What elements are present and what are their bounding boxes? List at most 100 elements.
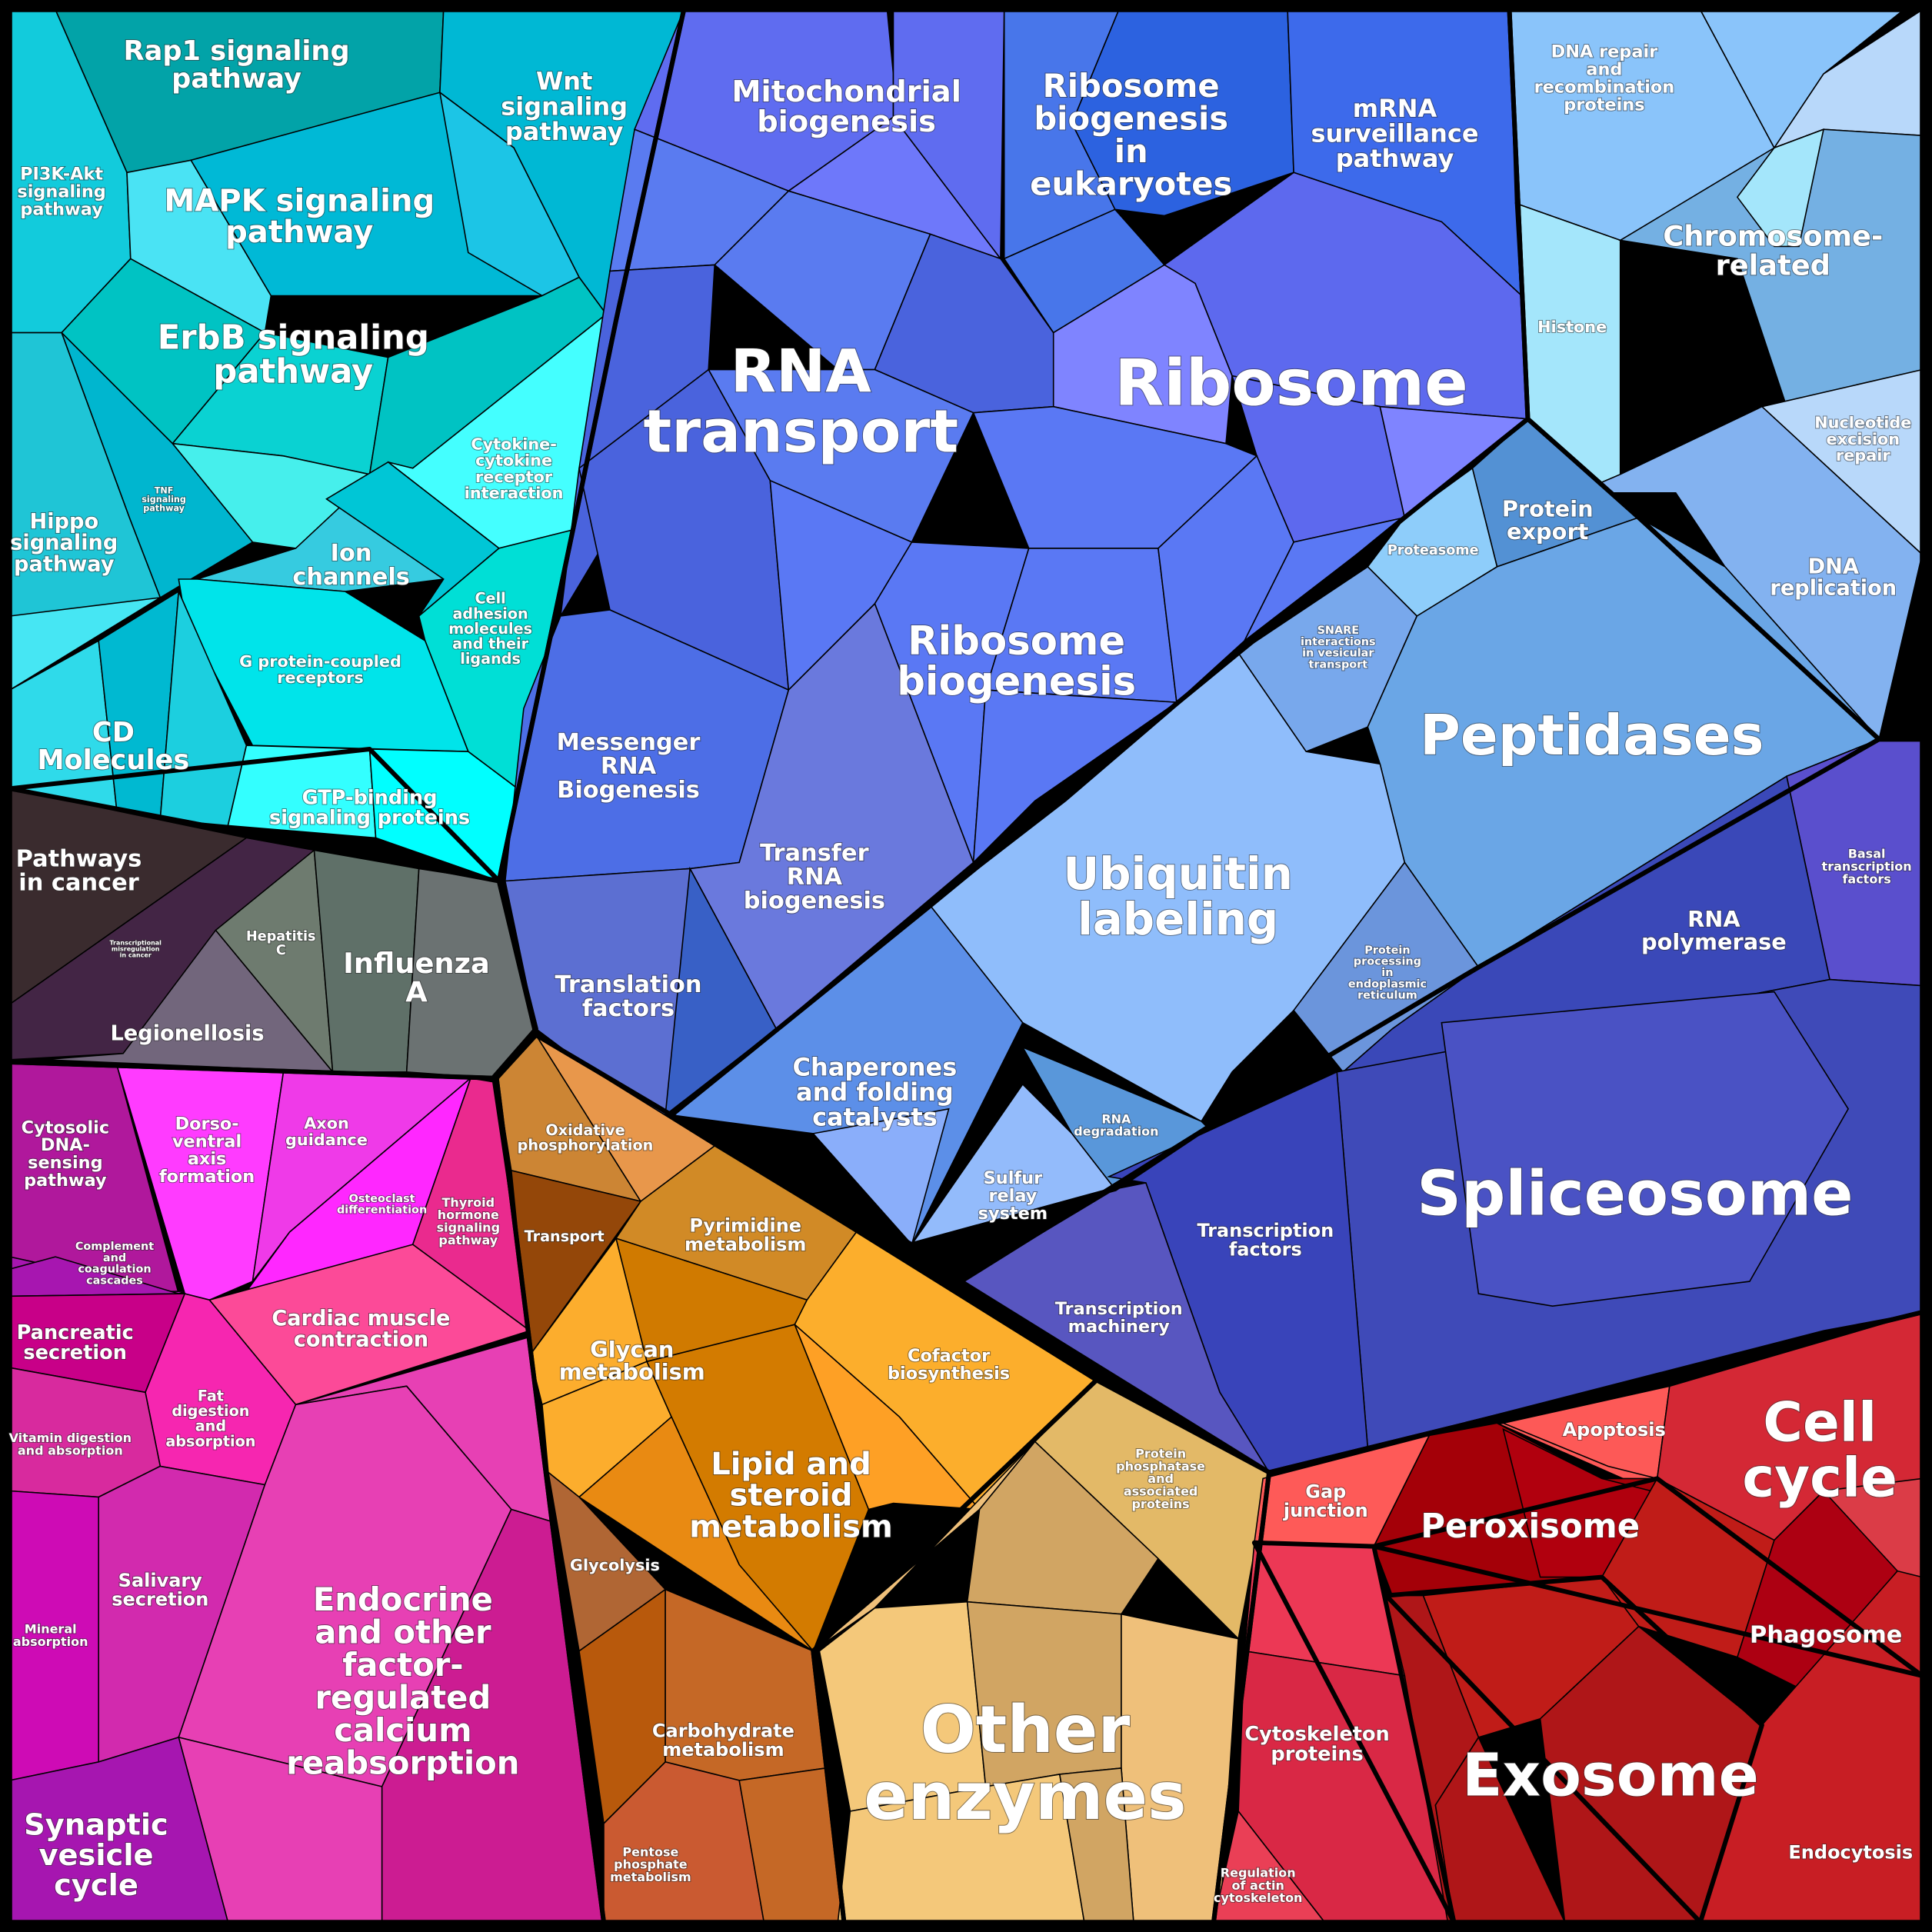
label-line: differentiation <box>337 1204 427 1217</box>
label-line: junction <box>1283 1500 1368 1521</box>
label-line: signaling <box>10 531 118 555</box>
label-line: in <box>1381 967 1393 979</box>
label-line: Legionellosis <box>110 1021 264 1045</box>
label-transport: Transport <box>525 1227 605 1245</box>
label-line: secretion <box>23 1341 127 1364</box>
label-vitamin: Vitamin digestion and absorption <box>9 1431 132 1457</box>
label-protexp: Protein export <box>1502 496 1594 545</box>
label-line: machinery <box>1068 1317 1170 1337</box>
label-line: RNA <box>601 753 657 780</box>
label-line: pathway <box>438 1233 498 1247</box>
label-pyrimidine: Pyrimidine metabolism <box>685 1215 806 1256</box>
label-line: Lipid and <box>711 1447 871 1482</box>
label-line: absorption <box>13 1634 88 1649</box>
label-thyroid: Thyroid hormone signaling pathway <box>437 1195 500 1247</box>
label-line: Peptidases <box>1420 704 1764 768</box>
label-line: Ribosome <box>1114 346 1468 421</box>
label-line: Exosome <box>1462 1742 1759 1810</box>
label-exosome: Exosome <box>1462 1742 1759 1810</box>
label-line: Messenger <box>557 729 701 756</box>
label-line: repair <box>1836 446 1890 465</box>
label-line: Ribosome <box>908 618 1125 665</box>
label-line: in vesicular <box>1302 648 1374 660</box>
label-line: receptors <box>277 668 364 687</box>
label-line: Cardiac muscle <box>271 1307 450 1331</box>
label-complement: Complement and coagulation cascades <box>75 1241 154 1287</box>
label-line: Molecules <box>37 744 189 776</box>
label-line: labeling <box>1078 893 1278 945</box>
label-line: DNA <box>1808 555 1859 579</box>
label-line: biogenesis <box>744 888 885 914</box>
label-osteo: Osteoclast differentiation <box>337 1193 427 1217</box>
label-salivary: Salivary secretion <box>112 1570 208 1611</box>
label-line: metabolism <box>662 1739 784 1760</box>
label-line: endoplasmic <box>1348 978 1427 991</box>
label-line: cascades <box>86 1274 143 1287</box>
label-line: Transport <box>525 1227 605 1245</box>
label-line: Peroxisome <box>1421 1507 1640 1546</box>
label-line: reticulum <box>1357 990 1417 1002</box>
label-line: secretion <box>112 1589 208 1611</box>
label-line: Other <box>921 1692 1131 1768</box>
label-line: formation <box>159 1167 255 1187</box>
label-line: Proteasome <box>1387 543 1479 558</box>
label-line: Influenza <box>343 947 490 980</box>
label-line: factors <box>1229 1239 1302 1261</box>
label-line: channels <box>292 564 410 591</box>
label-line: in cancer <box>120 952 152 959</box>
label-line: Transfer <box>760 840 868 867</box>
label-line: coagulation <box>78 1264 151 1276</box>
label-line: ErbB signaling <box>158 318 429 357</box>
label-carbo: Carbohydrate metabolism <box>652 1720 794 1761</box>
label-line: MAPK signaling <box>164 183 435 218</box>
label-line: biogenesis <box>897 658 1136 705</box>
label-line: factors <box>1842 871 1890 886</box>
label-line: contraction <box>294 1328 428 1352</box>
label-line: Phagosome <box>1750 1621 1902 1648</box>
label-pancreatic: Pancreatic secretion <box>17 1321 134 1364</box>
label-line: replication <box>1770 576 1897 600</box>
label-line: signaling proteins <box>269 807 470 830</box>
label-line: phosphorylation <box>518 1136 654 1154</box>
label-ubiquitin: Ubiquitin labeling <box>1063 848 1292 945</box>
label-line: A <box>405 976 428 1009</box>
label-line: pathway <box>143 503 185 513</box>
label-line: metabolism <box>685 1234 806 1255</box>
label-line: system <box>978 1204 1048 1224</box>
label-line: Histone <box>1537 318 1607 336</box>
label-line: Cell <box>1763 1391 1877 1454</box>
label-ribobio: Ribosome biogenesis <box>897 618 1136 705</box>
label-line: Hepatitis <box>246 929 315 944</box>
label-line: enzymes <box>864 1759 1186 1835</box>
label-line: catalysts <box>812 1103 938 1132</box>
label-endocrine: Endocrine and other factor-regulated calciu… <box>286 1581 519 1781</box>
label-line: export <box>1507 518 1589 545</box>
label-histone: Histone <box>1537 318 1607 336</box>
label-tmach: Transcription machinery <box>1055 1299 1183 1337</box>
label-line: and absorption <box>18 1444 123 1458</box>
label-line: transport <box>643 398 958 467</box>
label-line: Translation <box>555 971 702 998</box>
label-line: in cancer <box>18 870 138 897</box>
label-line: Protein <box>1364 944 1410 957</box>
label-line: biogenesis <box>757 105 936 139</box>
label-line: metabolism <box>559 1359 705 1385</box>
label-line: cycle <box>54 1868 138 1903</box>
label-line: Biogenesis <box>557 777 700 804</box>
label-line: metabolism <box>689 1510 892 1545</box>
label-line: C <box>276 943 286 958</box>
label-cytokine: Cytokine-cytokine receptor interaction <box>465 435 564 502</box>
voronoi-treemap: Rap1 signaling pathway Wnt signaling pathway… <box>0 0 1932 1932</box>
label-line: eukaryotes <box>1030 165 1232 202</box>
label-line: interaction <box>465 484 564 502</box>
label-peptidases: Peptidases <box>1420 704 1764 768</box>
label-line: guidance <box>285 1131 368 1149</box>
label-line: pathway <box>14 553 115 577</box>
label-line: and <box>103 1252 126 1264</box>
label-cancer: Pathways in cancer <box>16 846 142 897</box>
label-pi3k: PI3K-Akt signaling pathway <box>17 165 105 220</box>
label-line: reabsorption <box>286 1744 519 1781</box>
label-line: Endocytosis <box>1788 1842 1913 1864</box>
label-line: Hippo <box>29 510 98 534</box>
label-chaperones: Chaperones and folding catalysts <box>793 1052 958 1131</box>
